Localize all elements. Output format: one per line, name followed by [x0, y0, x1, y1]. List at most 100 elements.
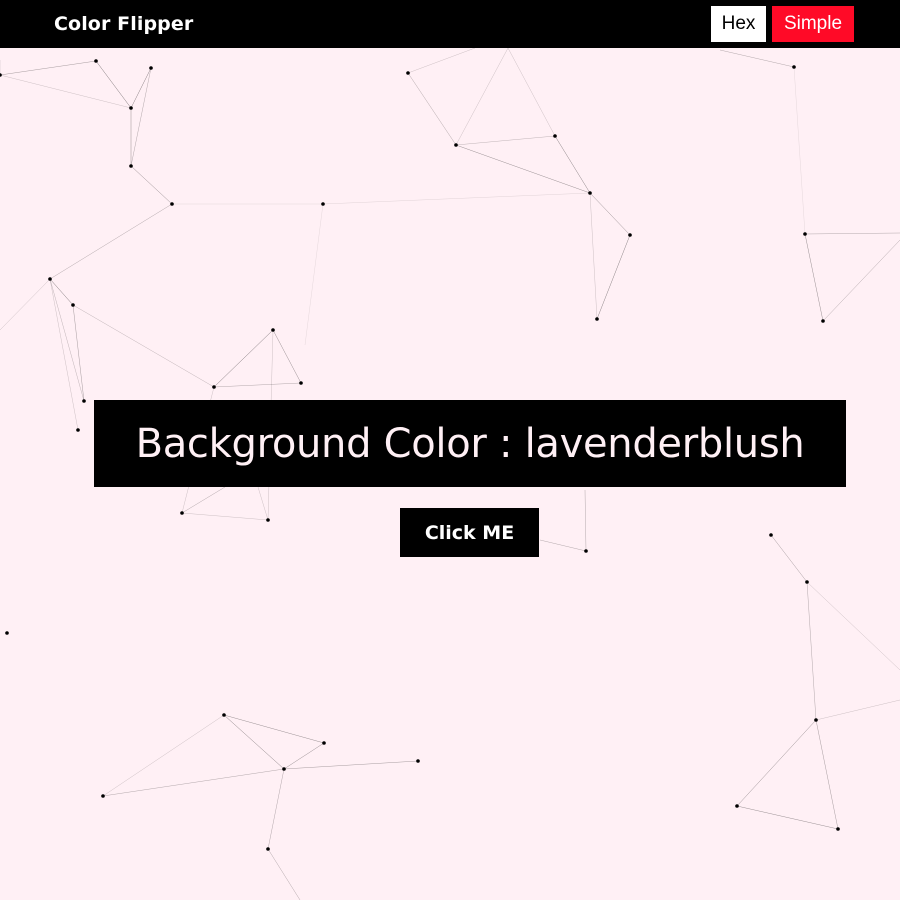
particle-dot — [266, 847, 270, 851]
particle-dot — [299, 381, 303, 385]
color-label: Background Color : — [135, 420, 525, 467]
color-display-banner: Background Color : lavenderblush — [94, 400, 846, 487]
particle-link — [181, 486, 226, 514]
particle-link — [0, 278, 51, 331]
particle-link — [804, 233, 824, 322]
particle-link — [322, 192, 591, 205]
particle-link — [283, 760, 419, 770]
particle-link — [102, 768, 285, 797]
particle-link — [455, 144, 591, 194]
simple-button[interactable]: Simple — [772, 6, 854, 42]
particle-dot — [595, 317, 599, 321]
particle-link — [49, 278, 85, 402]
particle-dot — [821, 319, 825, 323]
particle-dot — [101, 794, 105, 798]
particle-link — [267, 848, 301, 900]
particle-link — [736, 805, 839, 830]
particle-dot — [76, 428, 80, 432]
particle-link — [815, 699, 900, 721]
particle-link — [589, 192, 631, 236]
particle-dot — [222, 713, 226, 717]
click-me-button[interactable]: Click ME — [400, 508, 539, 557]
particle-dot — [71, 303, 75, 307]
particle-link — [257, 486, 269, 521]
particle-link — [554, 135, 591, 194]
particle-link — [455, 47, 509, 146]
particle-link — [584, 489, 587, 552]
particle-link — [130, 67, 152, 167]
particle-dot — [82, 399, 86, 403]
particle-dot — [584, 549, 588, 553]
particle-link — [806, 581, 817, 721]
particle-dot — [266, 518, 270, 522]
particle-dot — [212, 385, 216, 389]
particle-link — [283, 742, 325, 770]
particle-link — [539, 539, 587, 552]
particle-dot — [628, 233, 632, 237]
color-display-text: Background Color : lavenderblush — [136, 421, 805, 467]
particle-dot — [5, 631, 9, 635]
particle-link — [596, 234, 631, 320]
particle-link — [304, 203, 324, 346]
brand-title[interactable]: Color Flipper — [54, 0, 193, 48]
particle-link — [102, 714, 225, 797]
particle-link — [589, 192, 598, 320]
particle-dot — [180, 511, 184, 515]
particle-dot — [792, 65, 796, 69]
particle-dot — [271, 328, 275, 332]
particle-dot — [803, 232, 807, 236]
particle-dot — [282, 767, 286, 771]
particle-link — [507, 47, 556, 137]
particle-link — [455, 135, 556, 146]
navbar: Color Flipper Hex Simple — [0, 0, 900, 48]
particle-dot — [129, 164, 133, 168]
particle-link — [223, 714, 285, 770]
particle-dot — [416, 759, 420, 763]
particle-link — [181, 512, 269, 521]
color-name: lavenderblush — [524, 420, 805, 467]
particle-dot — [94, 59, 98, 63]
particle-dot — [0, 73, 2, 77]
particle-link — [806, 581, 900, 671]
particle-link — [213, 329, 274, 388]
particle-link — [793, 66, 806, 235]
particle-dot — [406, 71, 410, 75]
particle-link — [407, 72, 457, 146]
particle-link — [804, 232, 900, 235]
particle-dot — [321, 202, 325, 206]
particle-link — [130, 165, 173, 205]
particle-dot — [149, 66, 153, 70]
particle-dot — [454, 143, 458, 147]
particle-link — [770, 534, 808, 583]
particle-dot — [48, 277, 52, 281]
particle-link — [719, 49, 795, 68]
particle-link — [0, 60, 97, 76]
hex-button[interactable]: Hex — [711, 6, 766, 42]
particle-link — [72, 304, 215, 388]
particle-link — [49, 203, 173, 280]
particle-dot — [553, 134, 557, 138]
particle-link — [95, 60, 132, 109]
nav-buttons: Hex Simple — [711, 6, 854, 42]
particle-dot — [322, 741, 326, 745]
particle-dot — [588, 191, 592, 195]
particle-dot — [814, 718, 818, 722]
particle-link — [267, 768, 285, 850]
particle-dot — [735, 804, 739, 808]
particle-link — [815, 719, 839, 830]
particle-dot — [170, 202, 174, 206]
particle-dot — [129, 106, 133, 110]
particle-link — [407, 47, 476, 74]
particle-link — [0, 74, 132, 109]
particle-link — [223, 714, 325, 744]
particle-link — [736, 719, 817, 807]
particle-link — [72, 304, 85, 402]
particle-dot — [805, 580, 809, 584]
particle-dot — [836, 827, 840, 831]
particle-link — [130, 67, 152, 109]
particle-link — [213, 382, 302, 388]
particle-link — [272, 329, 302, 384]
particle-dot — [769, 533, 773, 537]
particle-link — [49, 278, 79, 431]
particle-link — [822, 239, 900, 322]
